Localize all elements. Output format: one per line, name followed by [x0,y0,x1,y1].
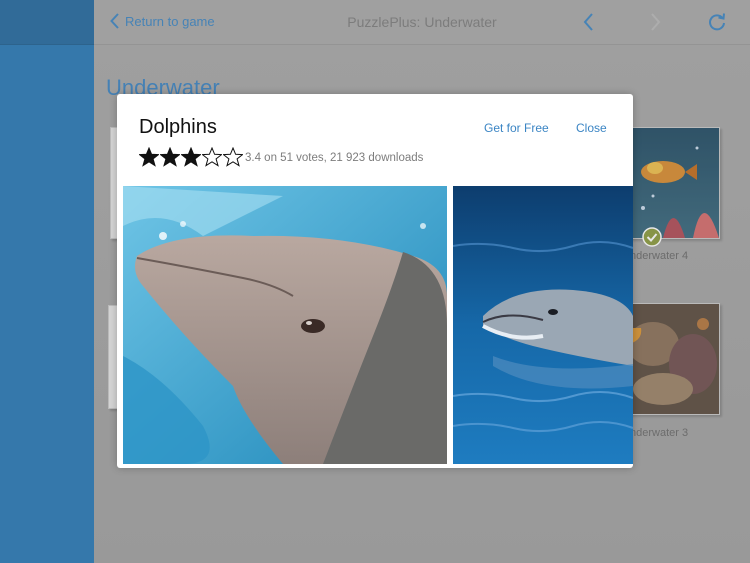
star-empty-icon [223,147,243,167]
star-filled-icon [181,147,201,167]
star-filled-icon [160,147,180,167]
puzzle-title: Dolphins [139,116,217,138]
close-button[interactable]: Close [576,121,607,135]
star-filled-icon [139,147,159,167]
dolphin-closeup-image [123,186,447,464]
rating-stars [139,147,244,167]
dolphin-water-image [453,186,633,464]
star-empty-icon [202,147,222,167]
rating-summary: 3.4 on 51 votes, 21 923 downloads [245,152,424,164]
get-for-free-button[interactable]: Get for Free [484,121,549,135]
preview-image-2[interactable] [453,186,633,464]
preview-image-1[interactable] [123,186,447,464]
puzzle-detail-modal: Dolphins Get for Free Close 3.4 on 51 vo… [117,94,633,468]
